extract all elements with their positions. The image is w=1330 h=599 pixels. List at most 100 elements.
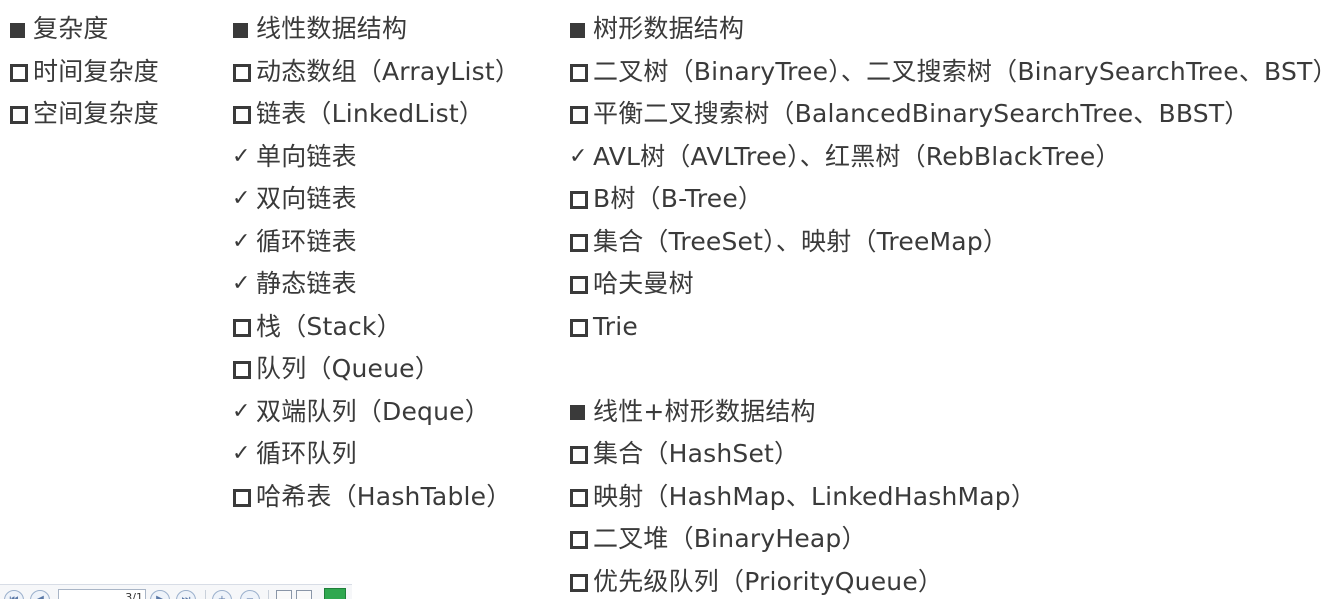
outline-item: 集合（TreeSet）、映射（TreeMap） [569, 221, 1330, 264]
square-bullet-icon [9, 8, 33, 51]
outline-item: 哈希表（HashTable） [232, 476, 520, 519]
checkbox-bullet-icon [232, 476, 256, 519]
previous-page-icon[interactable]: ◀ [30, 590, 50, 599]
outline-item: B树（B-Tree） [569, 178, 1330, 221]
checkbox-bullet-icon [569, 433, 593, 476]
checkbox-bullet-icon [569, 476, 593, 519]
zoom-in-icon[interactable]: + [212, 590, 232, 599]
outline-item-label: 树形数据结构 [593, 14, 745, 43]
checkbox-bullet-icon [569, 263, 593, 306]
outline-item-label: 双端队列（Deque） [256, 396, 490, 426]
outline-item-label: 栈（Stack） [256, 311, 402, 341]
outline-item-label: 平衡二叉搜索树（BalancedBinarySearchTree、BBST） [593, 99, 1250, 128]
outline-item-label: Trie [593, 311, 639, 341]
outline-item-label: 集合（HashSet） [593, 439, 800, 468]
first-page-icon[interactable]: ⏮ [4, 590, 24, 599]
checkbox-bullet-icon [569, 178, 593, 221]
square-bullet-icon [569, 391, 593, 434]
outline-item: 循环队列 [232, 433, 520, 476]
outline-item: 栈（Stack） [232, 306, 520, 349]
checkmark-bullet-icon [232, 390, 256, 433]
next-page-icon[interactable]: ▶ [150, 590, 170, 599]
outline-item-label: 单向链表 [256, 141, 357, 171]
present-icon[interactable] [324, 588, 346, 599]
outline-item-label: 集合（TreeSet）、映射（TreeMap） [593, 226, 1009, 256]
outline-item-label: B树（B-Tree） [593, 184, 764, 213]
checkmark-bullet-icon [232, 433, 256, 476]
column-complexity: 复杂度时间复杂度空间复杂度 [9, 8, 159, 136]
outline-item-label: 映射（HashMap、LinkedHashMap） [593, 481, 1037, 511]
outline-item: 二叉堆（BinaryHeap） [569, 518, 1330, 561]
checkbox-bullet-icon [232, 348, 256, 391]
outline-item-label: 静态链表 [256, 269, 357, 298]
outline-item: 时间复杂度 [9, 51, 159, 94]
outline-item: 哈夫曼树 [569, 263, 1330, 306]
outline-item: 映射（HashMap、LinkedHashMap） [569, 476, 1330, 519]
checkbox-bullet-icon [569, 561, 593, 599]
page-number-input[interactable]: 3/1 [58, 589, 146, 599]
checkbox-bullet-icon [569, 518, 593, 561]
outline-item: 二叉树（BinaryTree）、二叉搜索树（BinarySearchTree、B… [569, 51, 1330, 94]
checkmark-bullet-icon [232, 135, 256, 178]
column-tree-structures: 树形数据结构二叉树（BinaryTree）、二叉搜索树（BinarySearch… [569, 8, 1330, 599]
square-bullet-icon [232, 8, 256, 51]
outline-item-label: 二叉堆（BinaryHeap） [593, 524, 867, 553]
outline-item-label: 线性+树形数据结构 [593, 396, 816, 426]
thumbnails-icon[interactable] [296, 590, 312, 599]
outline-item-label: 哈夫曼树 [593, 269, 694, 298]
section-heading: 复杂度 [9, 8, 159, 51]
outline-item-label: 队列（Queue） [256, 354, 440, 383]
outline-item: 双向链表 [232, 178, 520, 221]
section-heading: 树形数据结构 [569, 8, 1330, 51]
outline-item-label: AVL树（AVLTree）、红黑树（RebBlackTree） [593, 141, 1121, 171]
checkmark-bullet-icon [232, 263, 256, 306]
outline-item-label: 复杂度 [33, 14, 109, 43]
checkbox-bullet-icon [569, 51, 593, 94]
checkbox-bullet-icon [569, 93, 593, 136]
checkbox-bullet-icon [9, 51, 33, 94]
fit-page-icon[interactable] [276, 590, 292, 599]
outline-item-label: 二叉树（BinaryTree）、二叉搜索树（BinarySearchTree、B… [593, 56, 1330, 86]
outline-item-label: 动态数组（ArrayList） [256, 56, 521, 86]
checkbox-bullet-icon [232, 51, 256, 94]
checkbox-bullet-icon [232, 93, 256, 136]
slide-navigation-toolbar: ⏮ ◀ 3/1 ▶ ⏭ + − [0, 584, 352, 599]
outline-item: 双端队列（Deque） [232, 391, 520, 434]
outline-item: 集合（HashSet） [569, 433, 1330, 476]
outline-item: 队列（Queue） [232, 348, 520, 391]
square-bullet-icon [569, 8, 593, 51]
outline-item: 平衡二叉搜索树（BalancedBinarySearchTree、BBST） [569, 93, 1330, 136]
section-heading: 线性数据结构 [232, 8, 520, 51]
outline-item-label: 空间复杂度 [33, 99, 160, 128]
section-heading: 线性+树形数据结构 [569, 391, 1330, 434]
outline-item: 优先级队列（PriorityQueue） [569, 561, 1330, 599]
toolbar-divider [205, 590, 206, 599]
outline-item: 链表（LinkedList） [232, 93, 520, 136]
outline-item: 动态数组（ArrayList） [232, 51, 520, 94]
outline-item: 空间复杂度 [9, 93, 159, 136]
checkbox-bullet-icon [569, 221, 593, 264]
toolbar-divider [268, 590, 269, 599]
outline-item: 循环链表 [232, 221, 520, 264]
last-page-icon[interactable]: ⏭ [176, 590, 196, 599]
checkmark-bullet-icon [232, 220, 256, 263]
outline-item: AVL树（AVLTree）、红黑树（RebBlackTree） [569, 136, 1330, 179]
outline-item-label: 链表（LinkedList） [256, 99, 485, 128]
checkbox-bullet-icon [9, 93, 33, 136]
zoom-out-icon[interactable]: − [240, 590, 260, 599]
checkmark-bullet-icon [232, 178, 256, 221]
outline-item-label: 循环链表 [256, 226, 357, 256]
outline-item-label: 时间复杂度 [33, 56, 160, 86]
outline-item-label: 哈希表（HashTable） [256, 481, 512, 511]
outline-item-label: 循环队列 [256, 439, 357, 468]
checkbox-bullet-icon [569, 306, 593, 349]
outline-item-label: 优先级队列（PriorityQueue） [593, 566, 944, 596]
checkbox-bullet-icon [232, 306, 256, 349]
outline-item: 单向链表 [232, 136, 520, 179]
outline-item: Trie [569, 306, 1330, 349]
outline-item: 静态链表 [232, 263, 520, 306]
outline-item-label: 线性数据结构 [256, 14, 408, 43]
checkmark-bullet-icon [569, 135, 593, 178]
outline-item-label: 双向链表 [256, 184, 357, 213]
